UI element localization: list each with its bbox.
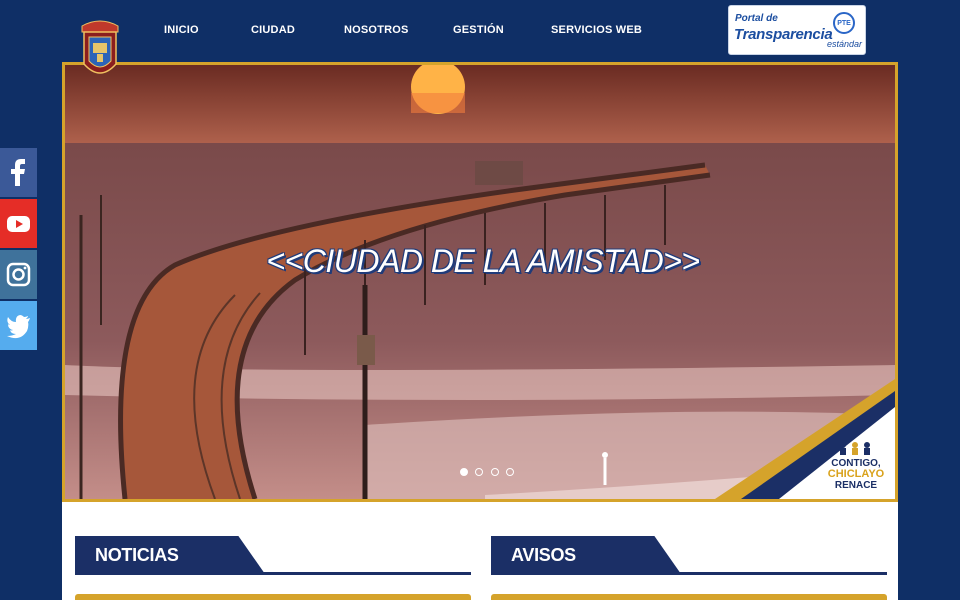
facebook-icon [11,159,25,186]
slider-dot-1[interactable] [460,468,468,476]
slider-dot-3[interactable] [490,468,499,476]
noticias-divider [75,572,471,575]
hero-title: <<CIUDAD DE LA AMISTAD>> [266,243,700,279]
portal-line3: estándar [827,39,863,49]
content-area: NOTICIAS AVISOS [62,502,898,600]
avisos-title: AVISOS [511,545,576,565]
social-bar [0,148,37,352]
municipal-crest-icon[interactable] [78,16,122,84]
portal-line2: Transparencia [734,26,833,43]
people-icon [840,442,870,455]
campaign-line2: CHICLAYO [827,468,885,480]
nav-nosotros[interactable]: NOSOTROS [344,24,409,36]
nav-servicios-web[interactable]: SERVICIOS WEB [551,24,642,36]
nav-gestion[interactable]: GESTIÓN [453,24,504,36]
avisos-card-top [491,594,887,600]
youtube-link[interactable] [0,199,37,248]
twitter-link[interactable] [0,301,37,350]
portal-line1: Portal de [735,13,778,24]
instagram-icon [6,262,31,287]
instagram-link[interactable] [0,250,37,299]
noticias-section-header: NOTICIAS [75,536,471,576]
noticias-card-top [75,594,471,600]
slider-dots [460,463,517,476]
avisos-tab[interactable]: AVISOS [491,536,681,574]
hero-slider[interactable]: <<CIUDAD DE LA AMISTAD>> CONTIGO, CHICLA… [62,62,898,502]
site-header: INICIO CIUDAD NOSOTROS GESTIÓN SERVICIOS… [0,0,960,74]
youtube-icon [7,216,30,232]
facebook-link[interactable] [0,148,37,197]
nav-inicio[interactable]: INICIO [164,24,199,36]
noticias-title: NOTICIAS [95,545,179,565]
transparency-portal-button[interactable]: Portal de Transparencia PTE estándar [728,5,866,55]
campaign-line3: RENACE [834,480,878,491]
campaign-logo: CONTIGO, CHICLAYO RENACE [695,379,895,499]
avisos-divider [491,572,887,575]
pte-badge-icon: PTE [833,12,855,34]
noticias-tab[interactable]: NOTICIAS [75,536,265,574]
twitter-icon [7,315,30,339]
nav-ciudad[interactable]: CIUDAD [251,24,295,36]
avisos-section-header: AVISOS [491,536,887,576]
